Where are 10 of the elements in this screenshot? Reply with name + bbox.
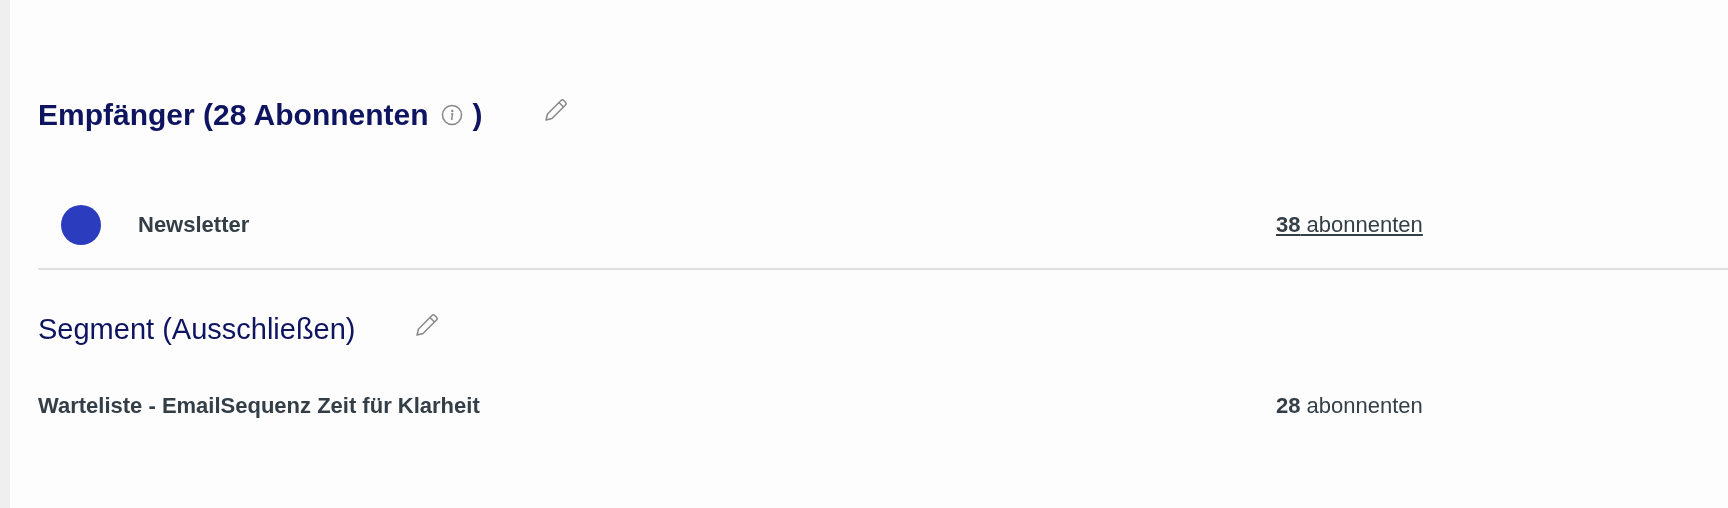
pencil-icon[interactable] (542, 97, 569, 123)
section-title-end: ) (472, 98, 483, 132)
subscriber-count: 28 abonnenten (1276, 393, 1424, 419)
info-icon[interactable] (440, 104, 463, 126)
section-title: Empfänger (28 Abonnenten (38, 98, 429, 132)
subscriber-count-link[interactable]: 38 abonnenten (1276, 212, 1728, 238)
list-name: Newsletter (138, 212, 250, 238)
pencil-icon[interactable] (413, 311, 440, 338)
section-title: Segment (Ausschließen) (38, 313, 356, 346)
segment-name: Warteliste - EmailSequenz Zeit für Klarheit (38, 393, 480, 419)
